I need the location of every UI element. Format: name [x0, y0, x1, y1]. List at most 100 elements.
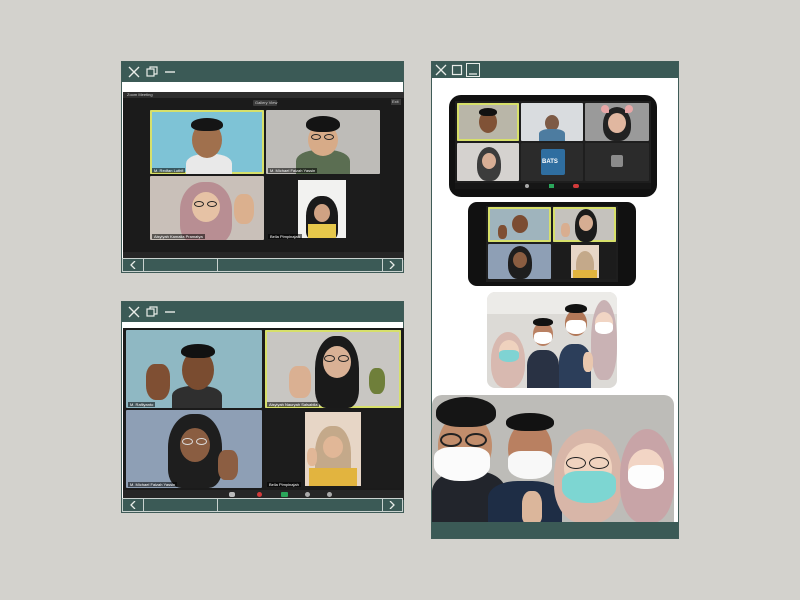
participant-face: [323, 346, 351, 378]
face-mask: [508, 451, 552, 479]
restore-icon: [146, 306, 158, 317]
nav-track: [217, 498, 382, 512]
participant-tile[interactable]: M. Rafliyanto: [126, 330, 262, 408]
close-button[interactable]: [126, 64, 142, 80]
participant-tile[interactable]: BATS: [521, 143, 583, 181]
group-selfie-photo: [432, 395, 674, 523]
camera-off-avatar: [611, 155, 623, 167]
chat-icon[interactable]: [281, 492, 288, 497]
participant-name: Aisyiyah Nauryah Salsabila: [267, 402, 320, 407]
participant-hair: [191, 118, 223, 131]
reactions-icon[interactable]: [327, 492, 332, 497]
nav-track: [143, 258, 218, 272]
participant-tile[interactable]: [521, 103, 583, 141]
window-titlebar[interactable]: [432, 62, 678, 78]
participant-tile[interactable]: [488, 244, 551, 279]
minimize-button[interactable]: [466, 63, 480, 77]
participant-tile[interactable]: [488, 207, 551, 242]
minimize-icon: [469, 73, 477, 75]
participant-tile[interactable]: Bella Pimpinajah: [265, 410, 401, 488]
person-glasses: [465, 433, 487, 447]
participant-tile[interactable]: Aisyiyah Nauryah Salsabila: [265, 330, 401, 408]
participants-icon[interactable]: [229, 492, 235, 497]
close-button[interactable]: [434, 63, 448, 77]
end-call-icon[interactable]: [573, 184, 579, 188]
face-mask: [628, 465, 664, 489]
minimize-icon: [165, 311, 175, 313]
participant-video: [305, 412, 361, 486]
participant-name: M. Michael Faizah Yassin: [128, 482, 178, 487]
participant-video: [298, 180, 346, 238]
participant-name: M. Redfan Luthfi: [152, 168, 186, 173]
hand: [234, 194, 254, 224]
participant-tile[interactable]: M. Michael Faizah Yassin: [266, 110, 380, 174]
person-body: [527, 350, 559, 388]
face-mask: [566, 320, 586, 334]
record-icon[interactable]: [257, 492, 262, 497]
next-button[interactable]: [381, 258, 403, 272]
participant-glasses: [338, 355, 349, 362]
face-mask: [562, 471, 616, 503]
participant-tile[interactable]: Aisyiyah Kamalia Pramatya: [150, 176, 264, 240]
minimize-button[interactable]: [162, 64, 178, 80]
participant-tile[interactable]: M. Michael Faizah Yassin: [126, 410, 262, 488]
chevron-left-icon: [129, 261, 136, 269]
phone-call-screenshot: [468, 202, 636, 286]
hand: [498, 225, 507, 239]
participant-tile[interactable]: [553, 244, 616, 279]
person-glasses: [440, 433, 462, 447]
sweater: [309, 468, 357, 486]
sweater: [308, 224, 336, 238]
participant-hair: [479, 108, 497, 116]
participant-glasses: [324, 355, 335, 362]
person-glasses: [566, 457, 586, 469]
prev-button[interactable]: [122, 258, 144, 272]
window-titlebar[interactable]: [122, 302, 403, 322]
restore-icon: [146, 66, 158, 77]
participant-tile[interactable]: [553, 207, 616, 242]
participant-tile[interactable]: [585, 143, 649, 181]
pig-ear-filter: [625, 105, 633, 113]
phone-control-bar[interactable]: [455, 183, 651, 189]
window-top-left: Zoom Meeting Gallery View Exit M. Redfan…: [121, 61, 404, 273]
maximize-button[interactable]: [450, 63, 464, 77]
face-mask: [434, 447, 490, 481]
gallery-view-button[interactable]: Gallery View: [253, 100, 277, 106]
bats-logo: BATS: [541, 149, 565, 175]
prev-button[interactable]: [122, 498, 144, 512]
window-bottom-left: M. Rafliyanto Aisyiyah Nauryah Salsabila…: [121, 301, 404, 513]
participant-glasses: [194, 201, 204, 207]
participant-tile[interactable]: M. Redfan Luthfi: [150, 110, 264, 174]
chevron-left-icon: [129, 501, 136, 509]
pig-ear-filter: [601, 105, 609, 113]
participant-glasses: [311, 134, 321, 140]
nav-track: [143, 498, 218, 512]
participant-name: Aisyiyah Kamalia Pramatya: [152, 234, 205, 239]
participant-tile[interactable]: Bella Pimpinajah: [266, 176, 380, 240]
group-selfie-photo: [487, 292, 617, 388]
window-nav-bar: [122, 258, 403, 272]
peace-sign-hand: [522, 491, 542, 523]
share-icon[interactable]: [305, 492, 310, 497]
participant-face: [513, 252, 527, 268]
next-button[interactable]: [381, 498, 403, 512]
participant-face: [512, 215, 528, 233]
participant-face: [608, 113, 626, 133]
hand-four-fingers: [218, 450, 238, 480]
mute-icon[interactable]: [525, 184, 529, 188]
participant-tile[interactable]: [457, 143, 519, 181]
restore-button[interactable]: [144, 64, 160, 80]
close-icon: [435, 64, 447, 76]
bats-logo-text: BATS: [542, 159, 558, 165]
minimize-button[interactable]: [162, 304, 178, 320]
window-titlebar[interactable]: [122, 62, 403, 82]
restore-button[interactable]: [144, 304, 160, 320]
video-icon[interactable]: [549, 184, 554, 188]
participant-tile[interactable]: [457, 103, 519, 141]
hand: [561, 223, 570, 237]
chevron-right-icon: [389, 501, 396, 509]
participant-face: [482, 153, 496, 169]
exit-button[interactable]: Exit: [391, 99, 401, 105]
close-button[interactable]: [126, 304, 142, 320]
participant-tile[interactable]: [585, 103, 649, 141]
